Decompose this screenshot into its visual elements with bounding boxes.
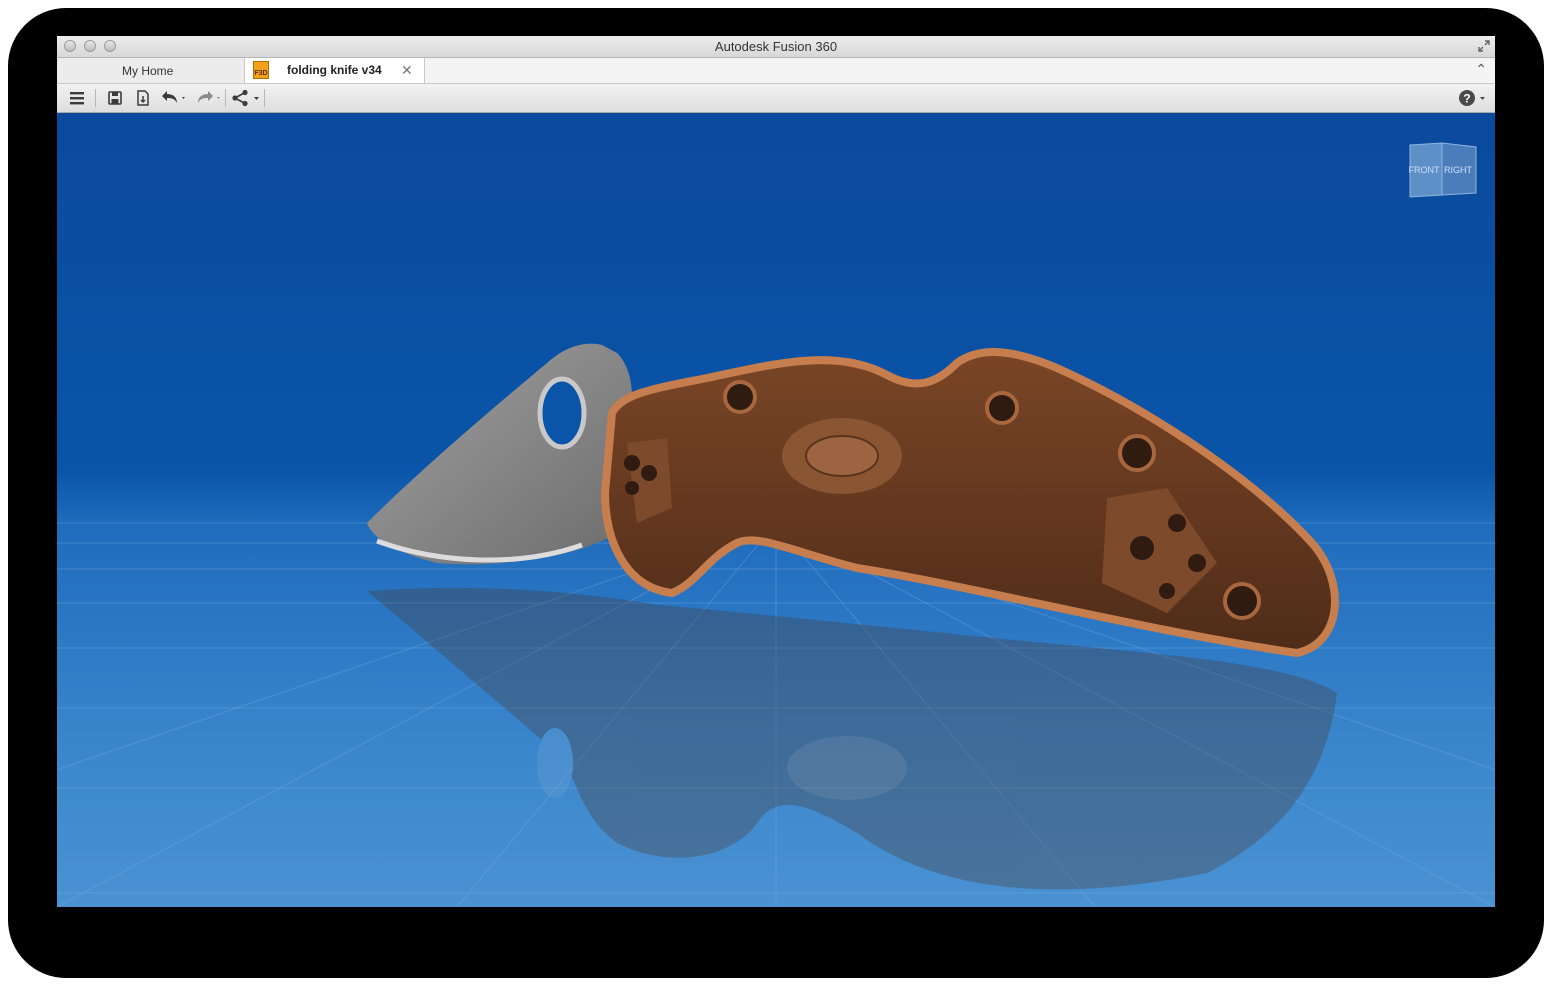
toolbar-separator <box>264 89 265 107</box>
tab-my-home-label: My Home <box>122 64 174 78</box>
fullscreen-icon[interactable] <box>1477 39 1491 53</box>
scene <box>57 343 1495 907</box>
save-icon[interactable] <box>105 88 125 108</box>
share-icon[interactable] <box>230 88 262 108</box>
knife-handle <box>600 348 1339 658</box>
toolbar-separator <box>95 89 96 107</box>
tab-bar: My Home F3D folding knife v34 ✕ ⌃ <box>57 58 1495 84</box>
toolbar-separator <box>225 89 226 107</box>
knife-blade <box>367 343 632 565</box>
tab-document-label: folding knife v34 <box>287 63 382 77</box>
window-title: Autodesk Fusion 360 <box>714 39 838 54</box>
toolbar: ? <box>57 84 1495 113</box>
3d-viewport[interactable]: FRONT RIGHT <box>57 113 1495 907</box>
tab-my-home[interactable]: My Home <box>57 58 245 83</box>
export-icon[interactable] <box>133 88 153 108</box>
view-cube[interactable]: FRONT RIGHT <box>1406 139 1478 201</box>
collapse-icon[interactable]: ⌃ <box>1475 61 1487 78</box>
f3d-file-icon: F3D <box>253 61 269 79</box>
close-tab-icon[interactable]: ✕ <box>401 62 413 79</box>
viewcube-front-label[interactable]: FRONT <box>1409 165 1440 175</box>
help-icon[interactable]: ? <box>1457 88 1489 108</box>
title-bar: Autodesk Fusion 360 <box>57 36 1495 58</box>
app-window: Autodesk Fusion 360 My Home F3D folding … <box>57 36 1495 907</box>
redo-icon[interactable] <box>193 88 223 108</box>
help-glyph: ? <box>1463 92 1470 106</box>
viewcube-right-label[interactable]: RIGHT <box>1444 165 1473 175</box>
menu-icon[interactable] <box>67 88 87 108</box>
tab-document[interactable]: F3D folding knife v34 ✕ <box>245 58 425 83</box>
undo-icon[interactable] <box>158 88 188 108</box>
